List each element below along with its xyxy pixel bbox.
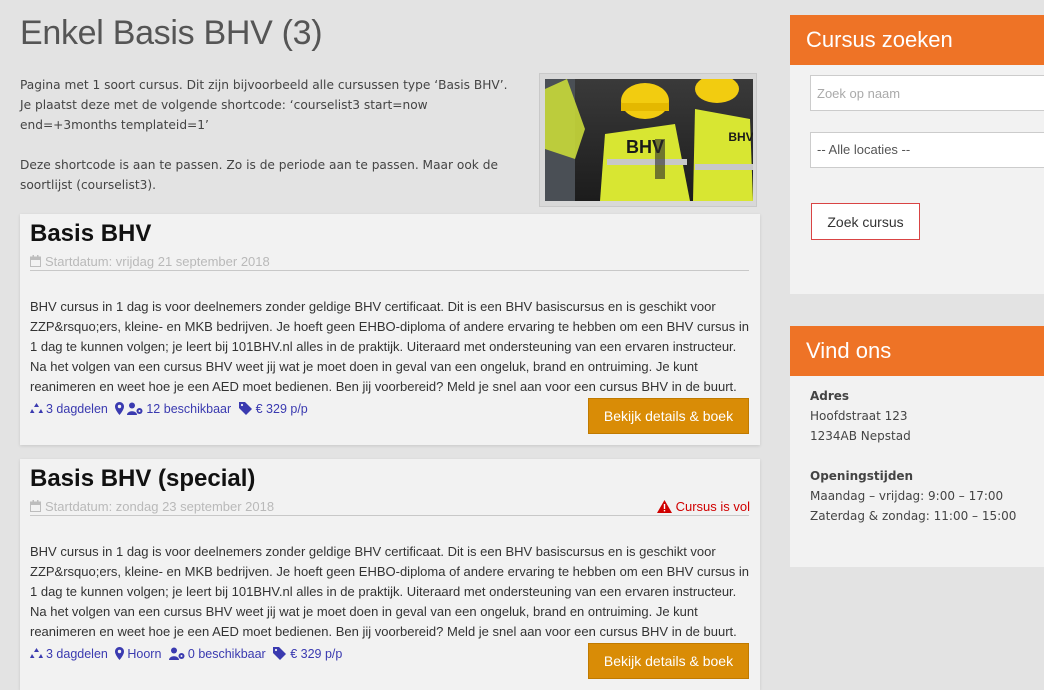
- find-us-heading: Vind ons: [790, 326, 1044, 376]
- course-location: Hoorn: [115, 647, 163, 661]
- course-availability: 12 beschikbaar: [115, 402, 233, 416]
- course-description: BHV cursus in 1 dag is voor deelnemers z…: [30, 299, 749, 394]
- tags-icon: [273, 647, 287, 663]
- course-meta: 3 dagdelen Hoorn 0 beschikbaar € 329 p/p: [30, 647, 346, 663]
- intro-text: Pagina met 1 soort cursus. Dit zijn bijv…: [20, 75, 520, 215]
- recycle-icon: [30, 402, 43, 418]
- search-course-button[interactable]: Zoek cursus: [811, 203, 920, 240]
- hero-image: BHV BHV: [539, 73, 757, 207]
- address-postal-city: 1234AB Nepstad: [810, 429, 911, 443]
- intro-line: Deze shortcode is aan te passen. Zo is d…: [20, 158, 498, 192]
- opening-hours-block: Openingstijden Maandag – vrijdag: 9:00 –…: [810, 466, 1016, 526]
- search-name-input[interactable]: [810, 75, 1044, 111]
- map-marker-icon: [115, 402, 125, 418]
- course-price: € 329 p/p: [238, 402, 310, 418]
- recycle-icon: [30, 647, 43, 663]
- course-search-panel: Cursus zoeken -- Alle locaties -- Zoek c…: [790, 15, 1044, 294]
- course-description: BHV cursus in 1 dag is voor deelnemers z…: [30, 544, 749, 639]
- intro-line: Pagina met 1 soort cursus. Dit zijn bijv…: [20, 78, 508, 132]
- course-availability: 0 beschikbaar: [168, 647, 268, 663]
- course-title: Basis BHV: [30, 220, 152, 247]
- course-start-date: Startdatum: zondag 23 september 2018: [30, 499, 749, 516]
- tags-icon: [238, 402, 253, 418]
- find-us-panel: Vind ons Adres Hoofdstraat 123 1234AB Ne…: [790, 326, 1044, 567]
- svg-text:BHV: BHV: [728, 130, 753, 144]
- course-search-heading: Cursus zoeken: [790, 15, 1044, 65]
- address-street: Hoofdstraat 123: [810, 409, 908, 423]
- course-start-date: Startdatum: vrijdag 21 september 2018: [30, 254, 749, 271]
- location-select[interactable]: -- Alle locaties --: [810, 132, 1044, 168]
- address-block: Adres Hoofdstraat 123 1234AB Nepstad: [810, 386, 911, 446]
- warning-icon: [656, 500, 672, 516]
- course-parts: 3 dagdelen: [30, 402, 110, 416]
- course-parts: 3 dagdelen: [30, 647, 110, 661]
- users-cog-icon: [127, 402, 143, 418]
- course-price: € 329 p/p: [273, 647, 344, 661]
- opening-hours-weekdays: Maandag – vrijdag: 9:00 – 17:00: [810, 489, 1004, 503]
- users-cog-icon: [168, 647, 185, 663]
- course-card: Basis BHV Startdatum: vrijdag 21 septemb…: [20, 214, 760, 445]
- address-label: Adres: [810, 389, 850, 403]
- opening-hours-label: Openingstijden: [810, 469, 914, 483]
- opening-hours-weekend: Zaterdag & zondag: 11:00 – 15:00: [810, 509, 1017, 523]
- course-full-notice: Cursus is vol: [656, 499, 750, 516]
- map-marker-icon: [115, 647, 125, 663]
- calendar-icon: [30, 255, 41, 270]
- course-title: Basis BHV (special): [30, 465, 256, 492]
- course-meta: 3 dagdelen 12 beschikbaar € 329 p/p: [30, 402, 312, 418]
- page-title: Enkel Basis BHV (3): [20, 14, 323, 52]
- calendar-icon: [30, 500, 41, 515]
- course-card: Basis BHV (special) Startdatum: zondag 2…: [20, 459, 760, 690]
- book-course-button[interactable]: Bekijk details & boek: [588, 643, 749, 679]
- book-course-button[interactable]: Bekijk details & boek: [588, 398, 749, 434]
